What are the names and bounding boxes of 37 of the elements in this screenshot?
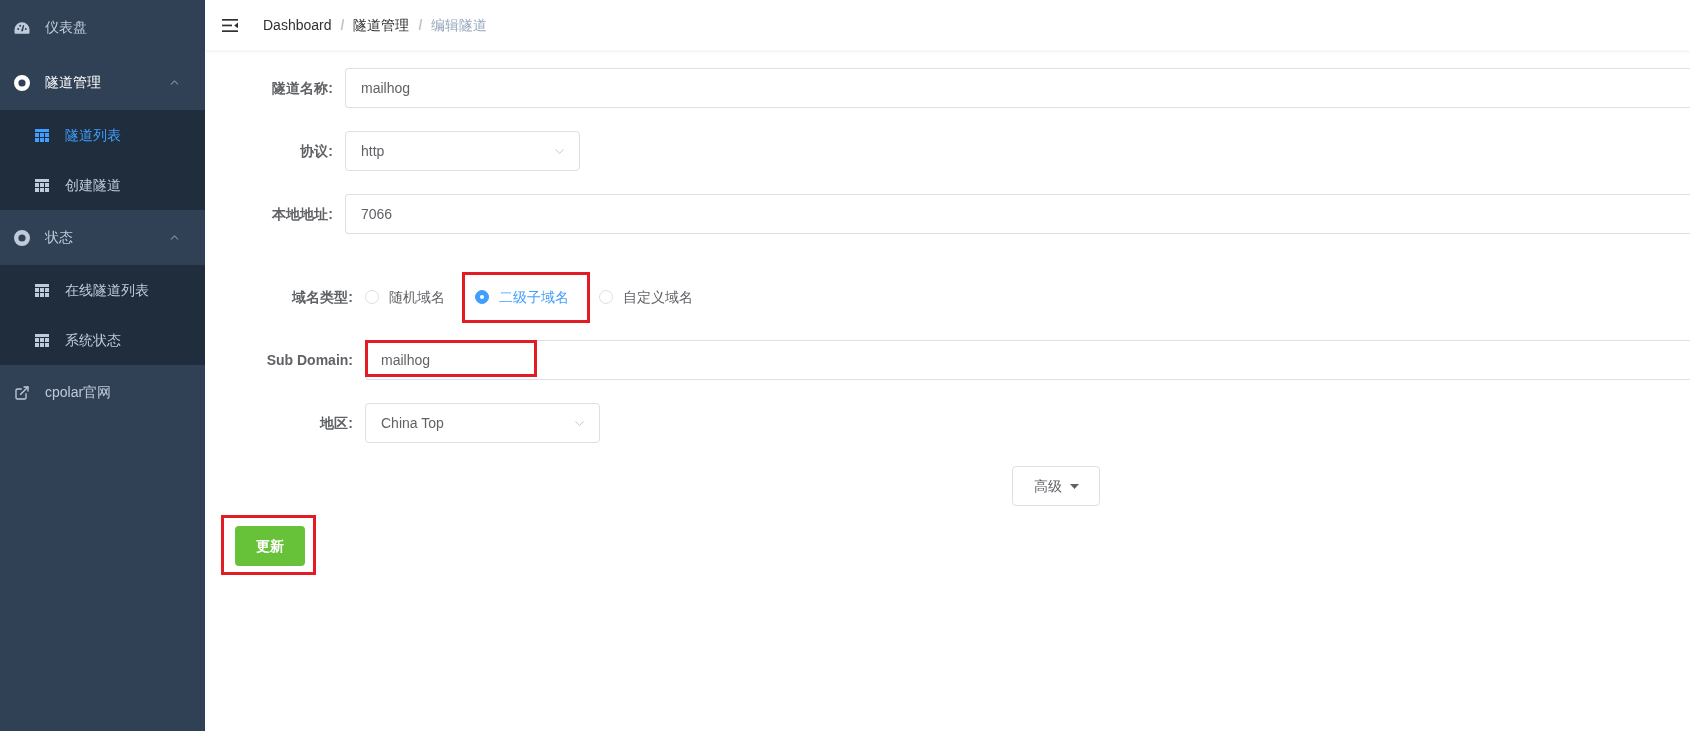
breadcrumb-link[interactable]: 隧道管理 bbox=[353, 14, 410, 36]
radio-option[interactable]: 随机域名 bbox=[365, 286, 445, 308]
submenu-item[interactable]: 创建隧道 bbox=[0, 160, 205, 210]
advanced-button[interactable]: 高级 bbox=[1012, 466, 1100, 506]
radio-option[interactable]: 自定义域名 bbox=[599, 286, 693, 308]
grid-icon bbox=[35, 178, 49, 192]
gauge-icon bbox=[14, 21, 30, 34]
field-label: 协议: bbox=[299, 142, 334, 161]
field-label: 域名类型: bbox=[290, 288, 354, 307]
select-field[interactable]: http bbox=[345, 131, 580, 171]
grid-icon bbox=[35, 128, 49, 142]
sidebar-group-header[interactable]: 隧道管理 bbox=[0, 55, 205, 110]
ring-icon bbox=[14, 229, 30, 246]
grid-icon bbox=[35, 333, 49, 347]
text-input[interactable]: mailhog bbox=[345, 68, 1690, 108]
grid-icon bbox=[35, 283, 49, 297]
select-field[interactable]: China Top bbox=[365, 403, 600, 443]
breadcrumb-current: 编辑隧道 bbox=[431, 15, 488, 35]
sidebar-item[interactable]: 仪表盘 bbox=[0, 0, 205, 55]
submenu-item[interactable]: 系统状态 bbox=[0, 315, 205, 365]
breadcrumb-separator: / bbox=[340, 15, 345, 35]
submenu-item[interactable]: 隧道列表 bbox=[0, 110, 205, 160]
field-label: 本地地址: bbox=[271, 205, 334, 224]
text-input[interactable]: mailhog bbox=[365, 340, 1690, 380]
field-label: 隧道名称: bbox=[271, 79, 334, 98]
ring-icon bbox=[14, 74, 30, 91]
text-input[interactable]: 7066 bbox=[345, 194, 1690, 234]
menu-icon[interactable] bbox=[222, 18, 238, 32]
field-label: 地区: bbox=[318, 414, 354, 433]
field-label: Sub Domain: bbox=[265, 351, 354, 370]
external-link-icon bbox=[14, 384, 30, 401]
sidebar-group-header[interactable]: 状态 bbox=[0, 210, 205, 265]
breadcrumb-separator: / bbox=[418, 15, 423, 35]
sidebar-link[interactable]: cpolar官网 bbox=[0, 365, 205, 420]
breadcrumb-link[interactable]: Dashboard bbox=[263, 14, 332, 36]
caret-down-icon bbox=[1069, 483, 1079, 489]
submenu-item[interactable]: 在线隧道列表 bbox=[0, 265, 205, 315]
